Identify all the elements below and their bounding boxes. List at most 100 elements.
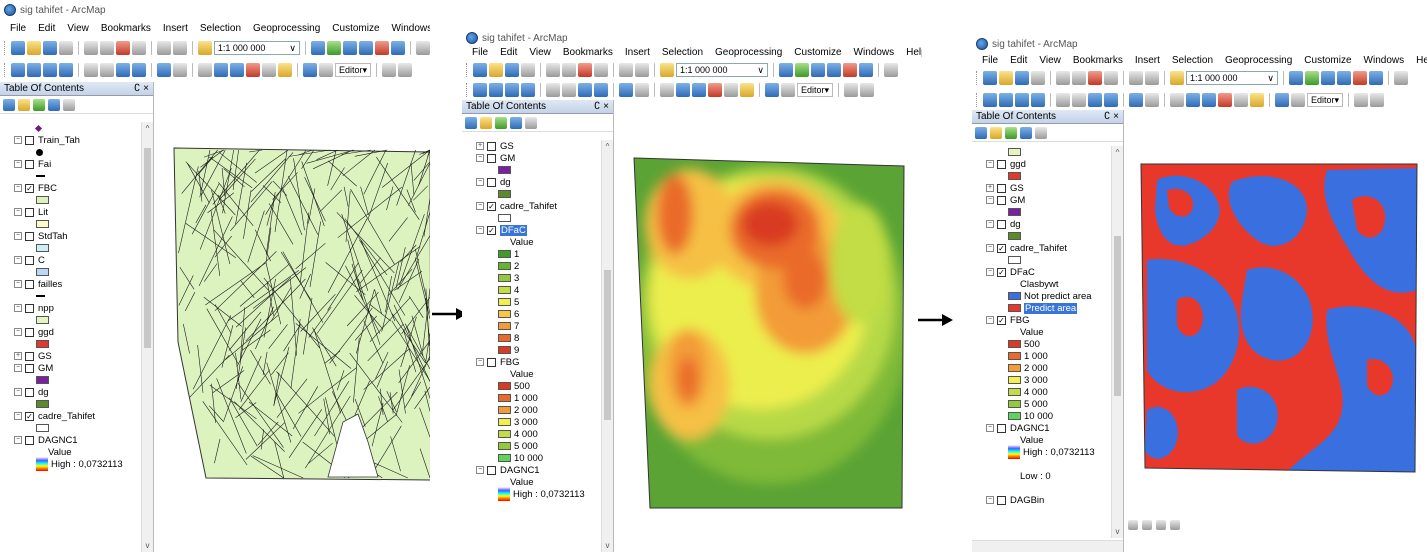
tool-icon[interactable] [546, 83, 560, 97]
expand-toggle[interactable]: − [476, 202, 484, 210]
layer-dagnc1[interactable]: − DAGNC1 [462, 464, 601, 476]
tool-icon[interactable] [1353, 71, 1367, 85]
expand-toggle[interactable]: − [14, 388, 22, 396]
visibility-checkbox[interactable] [997, 195, 1006, 205]
layer-ggd[interactable]: − ggd [972, 158, 1111, 170]
expand-toggle[interactable]: − [14, 208, 22, 216]
tool-icon[interactable] [635, 63, 649, 77]
visibility-checkbox[interactable] [487, 357, 496, 367]
tool-icon[interactable] [795, 63, 809, 77]
chevron-down-icon[interactable]: ∨ [1267, 73, 1274, 84]
expand-toggle[interactable]: − [986, 244, 994, 252]
menu-edit[interactable]: Edit [38, 23, 55, 34]
layer-train_tah[interactable]: − Train_Tah [0, 134, 141, 146]
chevron-down-icon[interactable]: ∨ [757, 65, 764, 76]
visibility-checkbox[interactable] [487, 153, 496, 163]
tool-icon[interactable] [116, 63, 130, 77]
tool-icon[interactable] [382, 63, 397, 77]
menu-selection[interactable]: Selection [662, 47, 703, 58]
tool-icon[interactable] [1072, 93, 1086, 107]
expand-toggle[interactable]: + [986, 184, 994, 192]
menu-selection[interactable]: Selection [1172, 55, 1213, 66]
toolbar-grip[interactable] [466, 63, 469, 77]
tool-icon[interactable] [521, 63, 535, 77]
scale-combo[interactable]: 1:1 000 000 ∨ [213, 41, 300, 55]
list-by-source-icon[interactable] [990, 126, 1002, 139]
tool-icon[interactable] [1129, 93, 1143, 107]
tool-icon[interactable] [1031, 93, 1045, 107]
tool-icon[interactable] [391, 41, 405, 55]
tool-icon[interactable] [214, 63, 228, 77]
toc-hscrollbar[interactable] [972, 540, 1123, 552]
expand-toggle[interactable]: − [14, 436, 22, 444]
tool-icon[interactable] [619, 83, 633, 97]
expand-toggle[interactable]: − [476, 154, 484, 162]
tool-icon[interactable] [1104, 71, 1118, 85]
tool-icon[interactable] [999, 93, 1013, 107]
tool-icon[interactable] [157, 63, 171, 77]
tool-icon[interactable] [473, 63, 487, 77]
toolbar-grip[interactable] [4, 63, 7, 77]
visibility-checkbox[interactable] [25, 255, 34, 265]
visibility-checkbox[interactable] [997, 159, 1006, 169]
list-by-drawing-order-icon[interactable] [3, 98, 15, 111]
tool-icon[interactable] [1354, 93, 1369, 107]
toc-pin-close[interactable]: ∁ × [594, 101, 609, 112]
menu-insert[interactable]: Insert [625, 47, 650, 58]
tool-icon[interactable] [489, 83, 503, 97]
tool-icon[interactable] [1170, 93, 1184, 107]
layout-view-icon[interactable] [1142, 520, 1152, 530]
scroll-down-icon[interactable]: v [602, 541, 613, 550]
layer-gm[interactable]: − GM [462, 152, 601, 164]
tool-icon[interactable] [359, 41, 373, 55]
tool-icon[interactable] [1234, 93, 1248, 107]
menu-geoprocessing[interactable]: Geoprocessing [1225, 55, 1292, 66]
tool-icon[interactable] [1056, 71, 1070, 85]
layer-npp[interactable]: − npp [0, 302, 141, 314]
tool-icon[interactable] [827, 63, 841, 77]
menu-bookmarks[interactable]: Bookmarks [101, 23, 151, 34]
visibility-checkbox[interactable] [997, 423, 1006, 433]
tool-icon[interactable] [1145, 93, 1159, 107]
expand-toggle[interactable]: − [476, 226, 484, 234]
tool-icon[interactable] [983, 93, 997, 107]
list-by-source-icon[interactable] [18, 98, 30, 111]
tool-icon[interactable] [676, 83, 690, 97]
tool-icon[interactable] [765, 83, 779, 97]
toc-pin-close[interactable]: ∁ × [134, 83, 149, 94]
menu-file[interactable]: File [10, 23, 26, 34]
expand-toggle[interactable]: − [14, 136, 22, 144]
tool-icon[interactable] [375, 41, 389, 55]
folder-icon[interactable] [740, 83, 754, 97]
menu-selection[interactable]: Selection [200, 23, 241, 34]
tool-icon[interactable] [505, 63, 519, 77]
tool-icon[interactable] [327, 41, 341, 55]
tool-icon[interactable] [311, 41, 325, 55]
layer-dg[interactable]: − dg [0, 386, 141, 398]
visibility-checkbox[interactable] [25, 207, 34, 217]
list-by-visibility-icon[interactable] [1005, 126, 1017, 139]
toc-options-icon[interactable] [525, 116, 537, 129]
visibility-checkbox[interactable] [487, 141, 496, 151]
menu-help[interactable]: Help [906, 47, 922, 58]
tool-icon[interactable] [343, 41, 357, 55]
tool-icon[interactable] [1289, 71, 1303, 85]
layer-dfac[interactable]: − ✓ DFaC [972, 266, 1111, 278]
tool-icon[interactable] [398, 63, 413, 77]
visibility-checkbox[interactable] [25, 159, 34, 169]
expand-toggle[interactable]: − [476, 466, 484, 474]
menu-view[interactable]: View [67, 23, 89, 34]
tool-icon[interactable] [43, 63, 57, 77]
menu-file[interactable]: File [472, 47, 488, 58]
menu-windows[interactable]: Windows [854, 47, 895, 58]
tool-icon[interactable] [859, 63, 873, 77]
expand-toggle[interactable]: − [14, 184, 22, 192]
scroll-down-icon[interactable]: v [142, 541, 153, 550]
toc-scrollbar[interactable]: ^ v [141, 122, 153, 552]
visibility-checkbox[interactable] [997, 495, 1006, 505]
tool-icon[interactable] [619, 63, 633, 77]
tool-icon[interactable] [1394, 71, 1408, 85]
tool-icon[interactable] [983, 71, 997, 85]
scroll-thumb[interactable] [604, 270, 611, 420]
toc-pin-close[interactable]: ∁ × [1104, 111, 1119, 122]
